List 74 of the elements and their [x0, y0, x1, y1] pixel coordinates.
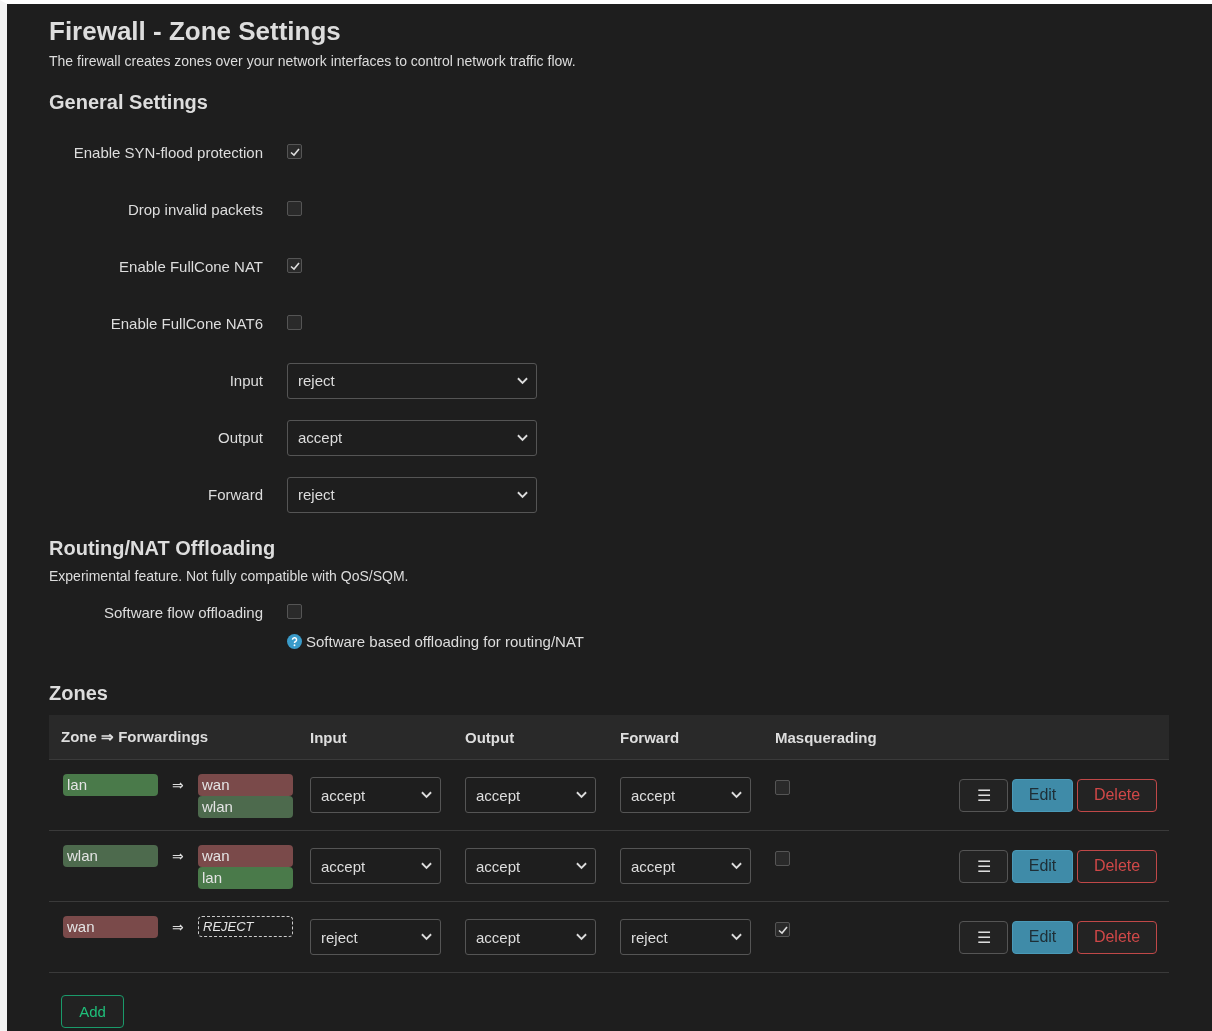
edit-button[interactable]: Edit — [1012, 849, 1073, 883]
delete-button[interactable]: Delete — [1077, 849, 1157, 883]
dropdown[interactable]: accept — [465, 848, 596, 884]
zone-tag: lan — [63, 774, 158, 796]
field-label: Forward — [207, 486, 263, 503]
chevron-icon — [517, 490, 528, 499]
edit-button[interactable]: Edit — [1012, 920, 1073, 954]
dropdown[interactable]: accept — [620, 777, 751, 813]
chevron-icon — [731, 933, 742, 941]
delete-button[interactable]: Delete — [1077, 778, 1157, 812]
field-label: Drop invalid packets — [126, 201, 263, 218]
page-description: The firewall creates zones over your network interfaces to control network traffic flow. — [49, 53, 577, 69]
chevron-icon — [576, 933, 587, 941]
checkbox[interactable] — [287, 258, 302, 274]
dropdown[interactable]: accept — [465, 919, 596, 955]
dropdown[interactable]: accept — [620, 848, 751, 884]
arrow-text: ⇒ — [171, 776, 185, 795]
arrow-text: ⇒ — [171, 918, 185, 937]
column-header: Masquerading — [775, 728, 878, 746]
dropdown[interactable]: accept — [310, 777, 441, 813]
dropdown[interactable]: reject — [620, 919, 751, 955]
delete-button[interactable]: Delete — [1077, 920, 1157, 954]
chevron-icon — [517, 376, 528, 385]
field-label: Software flow offloading — [103, 604, 263, 621]
section-heading: General Settings — [49, 91, 209, 114]
zone-tag: REJECT — [198, 916, 293, 937]
page-title: Firewall - Zone Settings — [49, 16, 342, 47]
chevron-icon — [421, 933, 432, 941]
field-label: Enable FullCone NAT — [118, 258, 263, 275]
add-button[interactable]: Add — [61, 995, 124, 1028]
zone-tag: wlan — [63, 845, 158, 867]
checkbox[interactable] — [775, 922, 790, 937]
chevron-icon — [576, 862, 587, 870]
chevron-icon — [517, 433, 528, 442]
checkbox[interactable] — [287, 314, 302, 330]
checkbox[interactable] — [287, 603, 302, 619]
chevron-icon — [576, 791, 587, 799]
field-label: Enable SYN-flood protection — [72, 144, 263, 161]
zone-tag: lan — [198, 867, 293, 889]
edit-button[interactable]: Edit — [1012, 778, 1073, 812]
section-heading: Zones — [49, 682, 109, 705]
help-text: Software based offloading for routing/NAT — [306, 633, 584, 650]
chevron-icon — [731, 862, 742, 870]
field-label: Output — [216, 429, 263, 446]
dropdown[interactable]: reject — [287, 476, 537, 513]
chevron-icon — [731, 791, 742, 799]
field-label: Input — [228, 372, 263, 389]
column-header: Output — [465, 728, 516, 746]
menu-button[interactable]: ☰ — [959, 849, 1008, 883]
chevron-icon — [421, 862, 432, 870]
column-header: Input — [310, 728, 348, 746]
chevron-icon — [421, 791, 432, 799]
field-label: Enable FullCone NAT6 — [109, 315, 263, 332]
arrow-text: ⇒ — [171, 847, 185, 866]
menu-button[interactable]: ☰ — [959, 920, 1008, 954]
column-header: Forward — [620, 728, 681, 746]
checkbox[interactable] — [287, 200, 302, 216]
checkbox[interactable] — [775, 851, 790, 866]
dropdown[interactable]: reject — [310, 919, 441, 955]
checkbox[interactable] — [287, 144, 302, 160]
zone-tag: wan — [63, 916, 158, 938]
section-heading: Routing/NAT Offloading — [49, 537, 277, 560]
menu-button[interactable]: ☰ — [959, 778, 1008, 812]
zone-tag: wan — [198, 774, 293, 796]
dropdown[interactable]: reject — [287, 362, 537, 399]
zone-tag: wlan — [198, 796, 293, 818]
column-header: Zone ⇒ Forwardings — [60, 728, 210, 746]
zone-tag: wan — [198, 845, 293, 867]
section-description: Experimental feature. Not fully compatible with QoS/SQM. — [49, 568, 410, 584]
dropdown[interactable]: accept — [310, 848, 441, 884]
dropdown[interactable]: accept — [287, 419, 537, 456]
checkbox[interactable] — [775, 780, 790, 795]
help-icon — [287, 634, 302, 649]
dropdown[interactable]: accept — [465, 777, 596, 813]
